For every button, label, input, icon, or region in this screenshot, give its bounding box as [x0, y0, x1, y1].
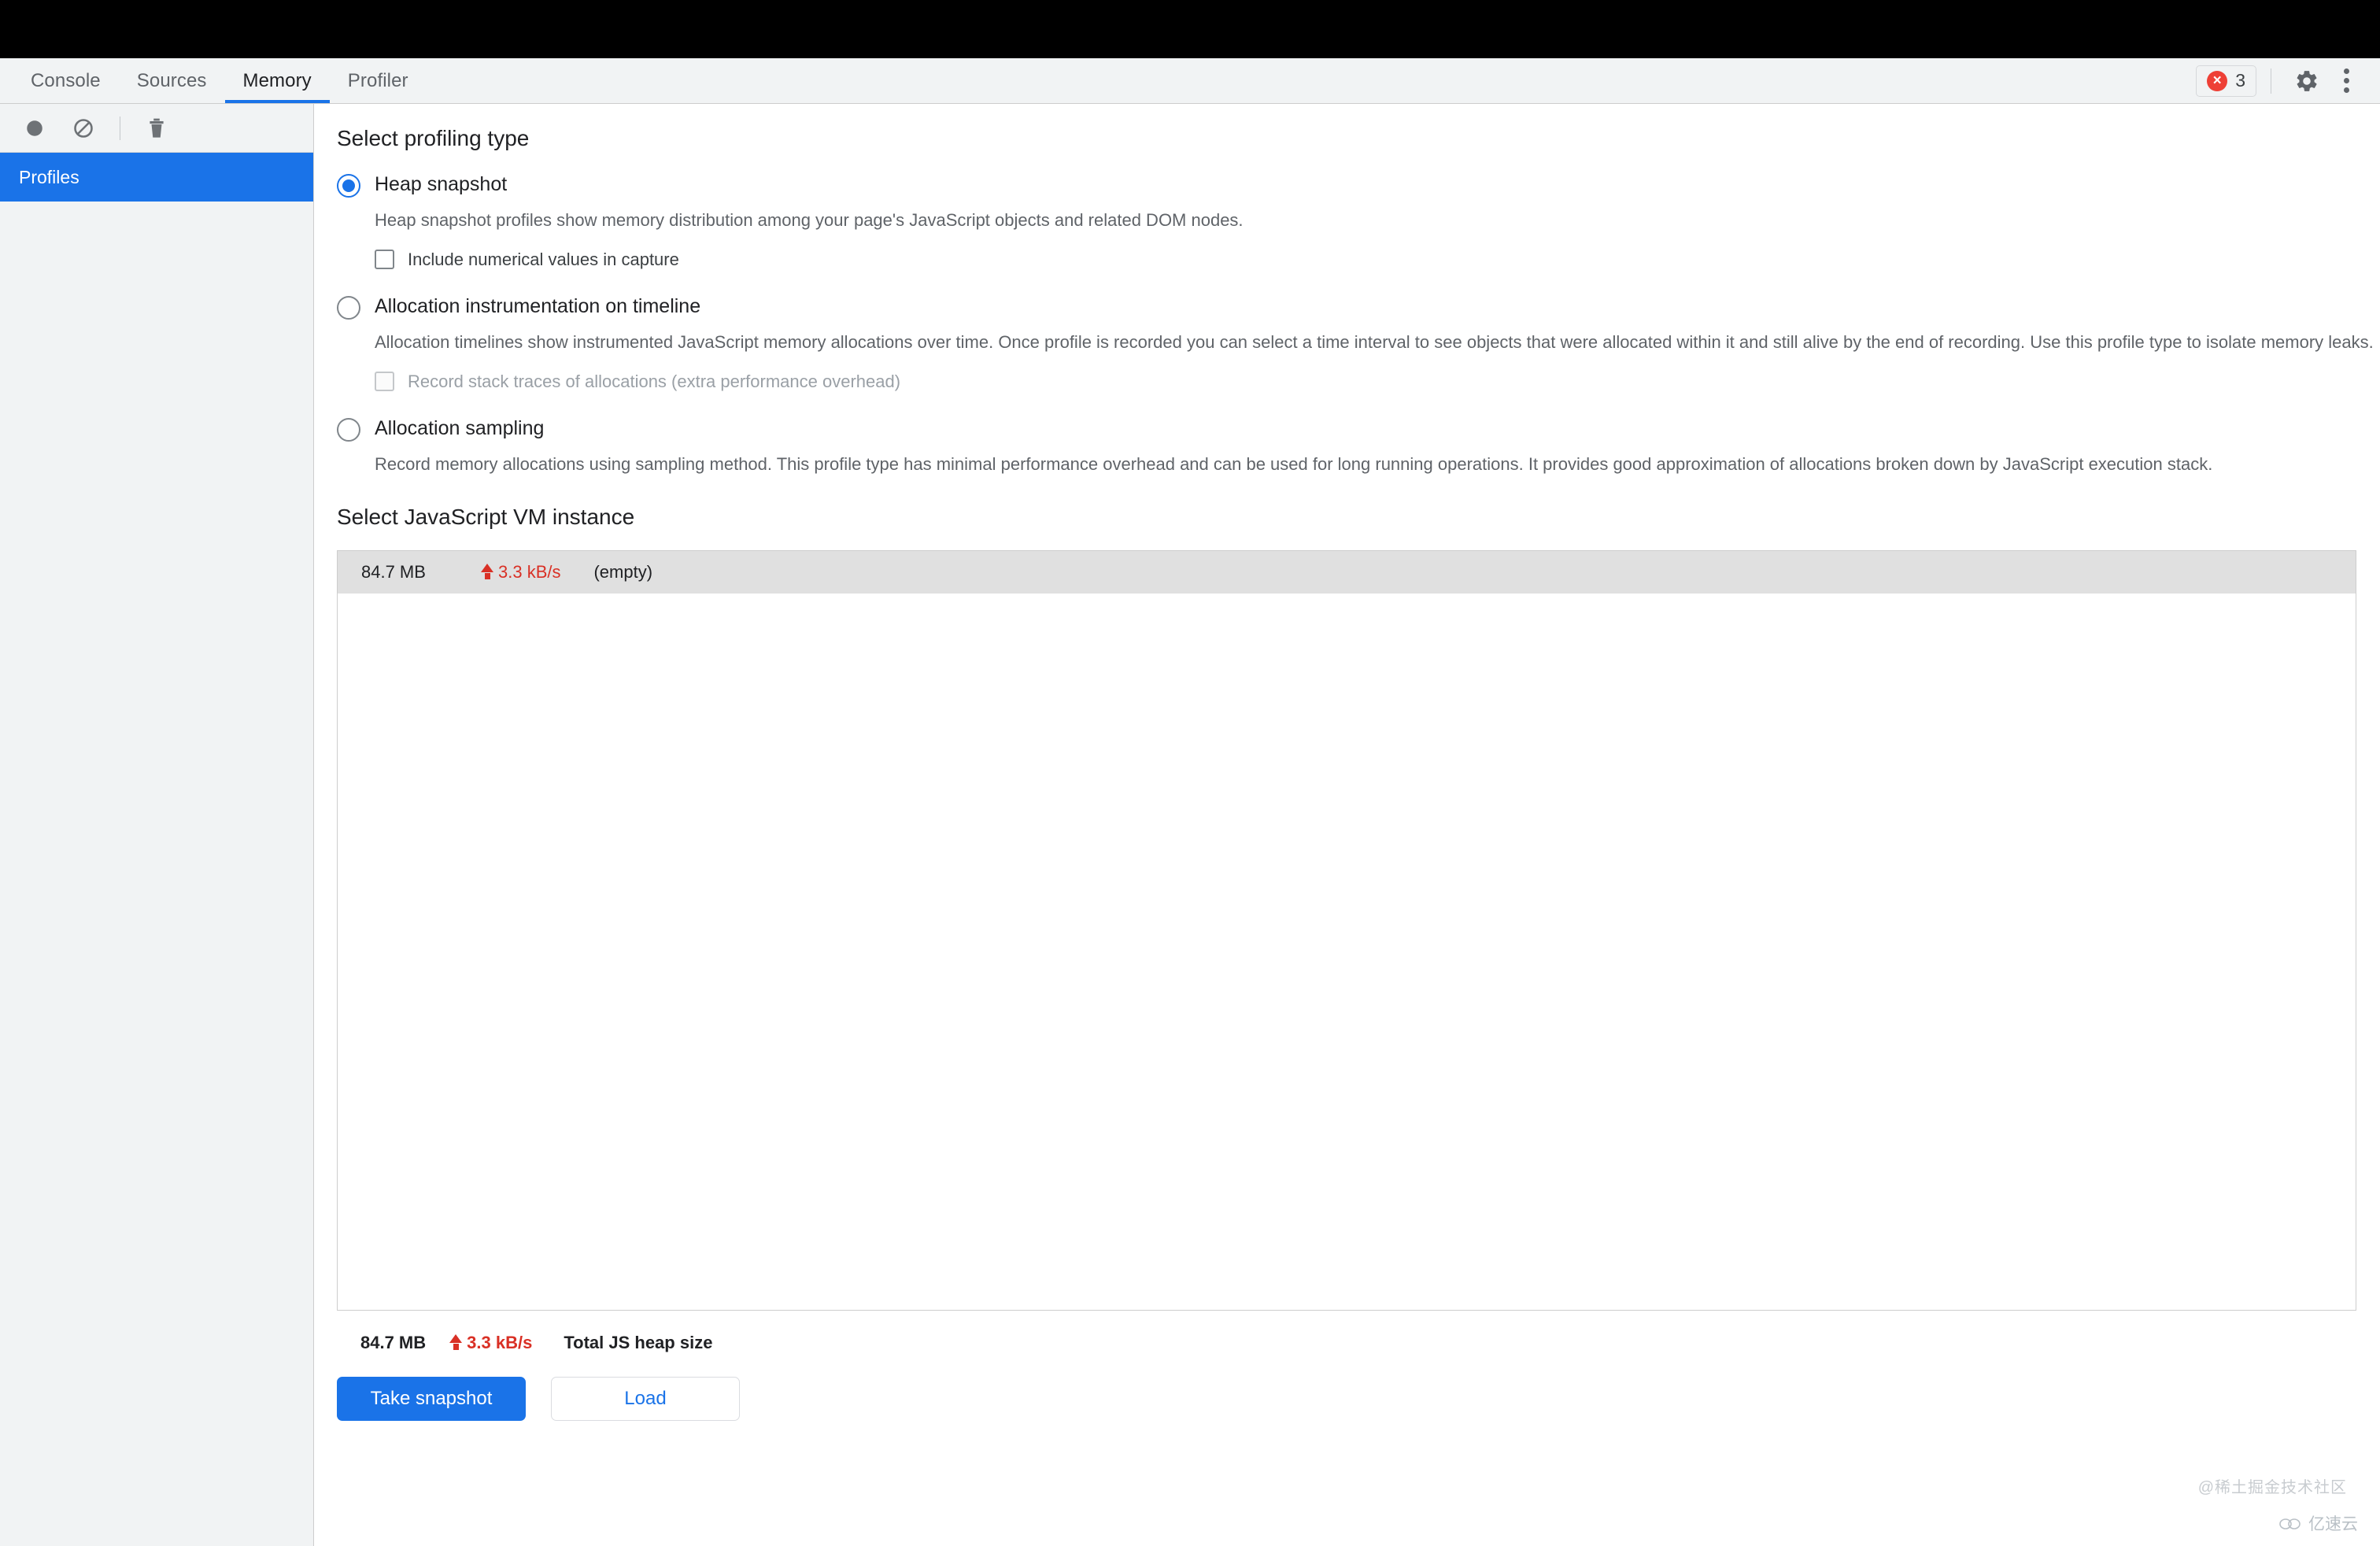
checkbox-record-stack-traces-label: Record stack traces of allocations (extr… [408, 371, 901, 391]
heap-status-bar: 84.7 MB 3.3 kB/s Total JS heap size [337, 1333, 2380, 1353]
radio-heap-snapshot[interactable] [337, 174, 360, 198]
allocation-timeline-row[interactable]: Allocation instrumentation on timeline [337, 294, 2380, 320]
vm-instance-name: (empty) [593, 561, 653, 582]
heap-status-size: 84.7 MB [360, 1332, 427, 1352]
memory-panel: Select profiling type Heap snapshot Heap… [315, 104, 2380, 1546]
devtools-tabbar: Console Sources Memory Profiler × 3 [0, 58, 2380, 104]
tab-console-label: Console [31, 69, 101, 91]
kebab-menu-icon[interactable] [2326, 61, 2366, 101]
tab-profiler[interactable]: Profiler [330, 58, 427, 103]
heap-snapshot-description: Heap snapshot profiles show memory distr… [375, 209, 1244, 230]
vm-instance-row[interactable]: 84.7 MB 3.3 kB/s (empty) [338, 550, 2356, 594]
heap-snapshot-label: Heap snapshot [375, 173, 508, 195]
error-count-badge[interactable]: × 3 [2196, 65, 2256, 97]
up-arrow-icon [449, 1334, 463, 1351]
checkbox-include-numerical-values-label: Include numerical values in capture [408, 249, 679, 269]
tab-sources-label: Sources [136, 69, 207, 91]
vm-instance-size: 84.7 MB [361, 561, 426, 582]
allocation-sampling-description: Record memory allocations using sampling… [375, 453, 2213, 474]
radio-allocation-instrumentation-timeline[interactable] [337, 295, 360, 320]
load-button[interactable]: Load [551, 1376, 740, 1421]
load-label: Load [624, 1387, 667, 1409]
no-entry-icon[interactable] [63, 108, 104, 149]
record-circle-icon[interactable] [14, 108, 55, 149]
profiles-sidebar: Profiles [0, 104, 314, 1546]
heap-status-label: Total JS heap size [564, 1332, 713, 1352]
heap-snapshot-row[interactable]: Heap snapshot [337, 172, 2380, 198]
heap-status-rate: 3.3 kB/s [449, 1333, 532, 1353]
vm-instance-heading: Select JavaScript VM instance [337, 504, 635, 529]
tabbar-actions: × 3 [2196, 58, 2380, 103]
tab-profiler-label: Profiler [347, 69, 408, 91]
tab-list: Console Sources Memory Profiler [0, 58, 427, 103]
profiling-option-heap-snapshot: Heap snapshot Heap snapshot profiles sho… [337, 172, 2380, 270]
devtools-window: Console Sources Memory Profiler × 3 Prof… [0, 0, 2380, 1546]
radio-allocation-sampling[interactable] [337, 417, 360, 442]
checkbox-record-stack-traces[interactable] [375, 372, 394, 392]
sidebar-item-profiles[interactable]: Profiles [0, 153, 313, 202]
error-circle-icon: × [2207, 70, 2228, 91]
tab-console[interactable]: Console [13, 58, 119, 103]
allocation-sampling-label: Allocation sampling [375, 416, 545, 439]
vm-instance-rate-value: 3.3 kB/s [498, 561, 561, 582]
sidebar-item-label: Profiles [19, 166, 79, 187]
action-buttons: Take snapshot Load [337, 1376, 2380, 1421]
sidebar-toolbar [0, 104, 313, 153]
profiling-option-allocation-sampling: Allocation sampling Record memory alloca… [337, 416, 2380, 476]
vm-instance-rate: 3.3 kB/s [481, 562, 560, 583]
tab-memory-label: Memory [242, 69, 312, 91]
vm-instance-list[interactable]: 84.7 MB 3.3 kB/s (empty) [337, 549, 2356, 1311]
cloud-icon [2279, 1518, 2301, 1529]
profiling-type-heading: Select profiling type [337, 126, 530, 150]
community-watermark: @稀土掘金技术社区 [2197, 1479, 2347, 1496]
allocation-sampling-row[interactable]: Allocation sampling [337, 416, 2380, 442]
error-count-label: 3 [2235, 70, 2245, 91]
brand-watermark-label: 亿速云 [2308, 1515, 2358, 1533]
checkbox-include-numerical-values-row[interactable]: Include numerical values in capture [375, 250, 2380, 270]
take-snapshot-label: Take snapshot [370, 1387, 493, 1409]
browser-chrome-strip [0, 0, 2380, 58]
allocation-timeline-label: Allocation instrumentation on timeline [375, 294, 701, 317]
checkbox-record-stack-traces-row[interactable]: Record stack traces of allocations (extr… [375, 372, 2380, 392]
heap-status-rate-value: 3.3 kB/s [467, 1332, 533, 1352]
trash-icon[interactable] [136, 108, 177, 149]
tab-sources[interactable]: Sources [119, 58, 225, 103]
checkbox-include-numerical-values[interactable] [375, 250, 394, 270]
allocation-timeline-description: Allocation timelines show instrumented J… [375, 331, 2374, 352]
brand-watermark: 亿速云 [2278, 1511, 2358, 1535]
take-snapshot-button[interactable]: Take snapshot [337, 1376, 526, 1421]
tab-memory[interactable]: Memory [224, 58, 331, 103]
kebab-dots [2343, 68, 2349, 93]
gear-icon[interactable] [2287, 61, 2326, 101]
profiling-option-allocation-timeline: Allocation instrumentation on timeline A… [337, 294, 2380, 392]
up-arrow-icon [481, 564, 494, 580]
